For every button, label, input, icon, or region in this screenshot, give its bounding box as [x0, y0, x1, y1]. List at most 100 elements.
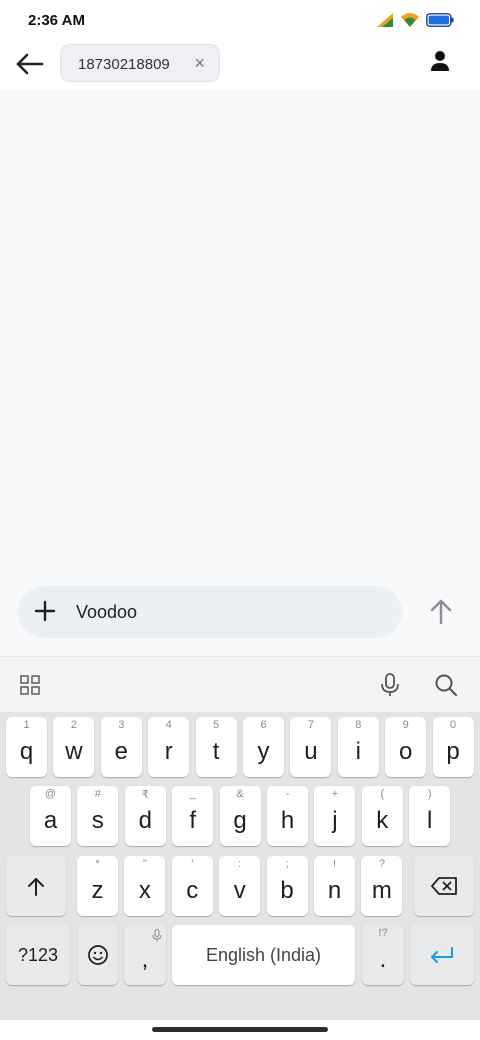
recipient-chip[interactable]: 18730218809 ×	[60, 44, 220, 82]
key-hint: 1	[23, 719, 30, 731]
search-icon[interactable]	[434, 673, 458, 697]
key-label: v	[233, 877, 246, 904]
key-d[interactable]: ₹ d	[124, 786, 166, 846]
key-hint: *	[95, 858, 100, 870]
key-i[interactable]: 8i	[337, 717, 379, 777]
key-label: k	[376, 807, 389, 834]
period-key[interactable]: !? .	[362, 925, 404, 985]
status-time: 2:36 AM	[28, 12, 85, 29]
key-hint: _	[189, 788, 196, 800]
enter-icon	[431, 947, 453, 963]
key-hint: 0	[450, 719, 457, 731]
signal-icon	[377, 13, 393, 27]
space-key[interactable]: English (India)	[172, 925, 355, 985]
key-c[interactable]: ' c	[171, 856, 213, 916]
key-y[interactable]: 6y	[243, 717, 284, 777]
key-h[interactable]: -h	[267, 786, 308, 846]
shift-key[interactable]	[6, 856, 66, 916]
message-input[interactable]: Voodoo	[76, 602, 137, 623]
shift-icon	[28, 878, 44, 896]
key-hint: "	[142, 858, 147, 870]
enter-key[interactable]	[410, 925, 474, 985]
key-z[interactable]: * z	[77, 856, 118, 916]
key-label: y	[257, 738, 270, 765]
key-t[interactable]: 5t	[195, 717, 237, 777]
key-hint: +	[331, 788, 339, 800]
key-label: f	[189, 807, 197, 834]
key-hint: 6	[260, 719, 267, 731]
key-label: r	[164, 738, 173, 765]
key-k[interactable]: (k	[361, 786, 403, 846]
person-icon[interactable]	[430, 50, 450, 72]
key-label: j	[332, 807, 338, 834]
key-label: g	[233, 807, 247, 834]
key-hint: -	[285, 788, 290, 800]
backspace-icon	[431, 877, 457, 895]
microphone-icon	[152, 929, 162, 942]
grid-icon[interactable]	[20, 675, 40, 695]
key-hint: 5	[213, 719, 220, 731]
symbols-key-label: ?123	[17, 944, 59, 965]
key-label: z	[91, 877, 104, 904]
app-bar: 18730218809 ×	[0, 40, 480, 90]
wifi-icon	[401, 13, 419, 27]
key-hint: 4	[165, 719, 172, 731]
key-b[interactable]: ; b	[266, 856, 308, 916]
key-hint: ;	[285, 858, 289, 870]
key-label: u	[304, 738, 318, 765]
key-label: h	[280, 807, 295, 834]
key-label: p	[446, 738, 460, 765]
key-g[interactable]: & g	[219, 786, 261, 846]
key-n[interactable]: ! n	[314, 856, 355, 916]
status-bar: 2:36 AM	[0, 0, 480, 40]
key-f[interactable]: _ f	[172, 786, 214, 846]
key-s[interactable]: # s	[77, 786, 119, 846]
period-key-label: .	[379, 946, 387, 973]
emoji-icon	[88, 945, 108, 965]
key-a[interactable]: @ a	[30, 786, 71, 846]
navigation-bar	[0, 1020, 480, 1040]
key-label: s	[91, 807, 104, 834]
conversation-area	[0, 90, 480, 650]
close-icon[interactable]: ×	[194, 54, 205, 72]
key-e[interactable]: 3e	[100, 717, 142, 777]
key-w[interactable]: 2w	[53, 717, 95, 777]
key-hint: &	[236, 788, 244, 800]
comma-key[interactable]: ,	[124, 925, 166, 985]
emoji-key[interactable]	[78, 925, 118, 985]
key-v[interactable]: :v	[219, 856, 261, 916]
key-p[interactable]: 0p	[432, 717, 474, 777]
key-l[interactable]: ) l	[409, 786, 451, 846]
key-m[interactable]: ? m	[361, 856, 403, 916]
period-key-hint: !?	[378, 927, 388, 939]
key-label: o	[399, 738, 413, 765]
key-x[interactable]: " x	[124, 856, 166, 916]
key-label: x	[138, 877, 151, 904]
key-hint: ?	[378, 858, 385, 870]
key-label: w	[65, 738, 83, 765]
backspace-key[interactable]	[414, 856, 474, 916]
key-r[interactable]: 4r	[148, 717, 190, 777]
arrow-left-icon[interactable]	[14, 50, 46, 78]
key-label: a	[43, 807, 58, 834]
plus-icon[interactable]	[34, 600, 56, 622]
key-label: q	[19, 738, 34, 765]
key-q[interactable]: 1q	[6, 717, 47, 777]
key-j[interactable]: + j	[314, 786, 356, 846]
key-u[interactable]: 7u	[290, 717, 332, 777]
home-indicator[interactable]	[152, 1027, 328, 1032]
key-label: b	[280, 877, 294, 904]
key-hint: :	[238, 858, 242, 870]
microphone-icon[interactable]	[380, 673, 400, 697]
key-o[interactable]: 9o	[385, 717, 427, 777]
message-composer[interactable]: Voodoo	[18, 586, 402, 638]
key-label: i	[355, 738, 361, 765]
symbols-key[interactable]: ?123	[6, 925, 70, 985]
key-hint: 3	[118, 719, 125, 731]
battery-icon	[426, 13, 454, 27]
key-hint: (	[380, 788, 385, 800]
key-label: d	[138, 807, 152, 834]
key-label: c	[186, 877, 199, 904]
comma-key-label: ,	[141, 946, 149, 973]
arrow-up-icon[interactable]	[428, 597, 454, 625]
